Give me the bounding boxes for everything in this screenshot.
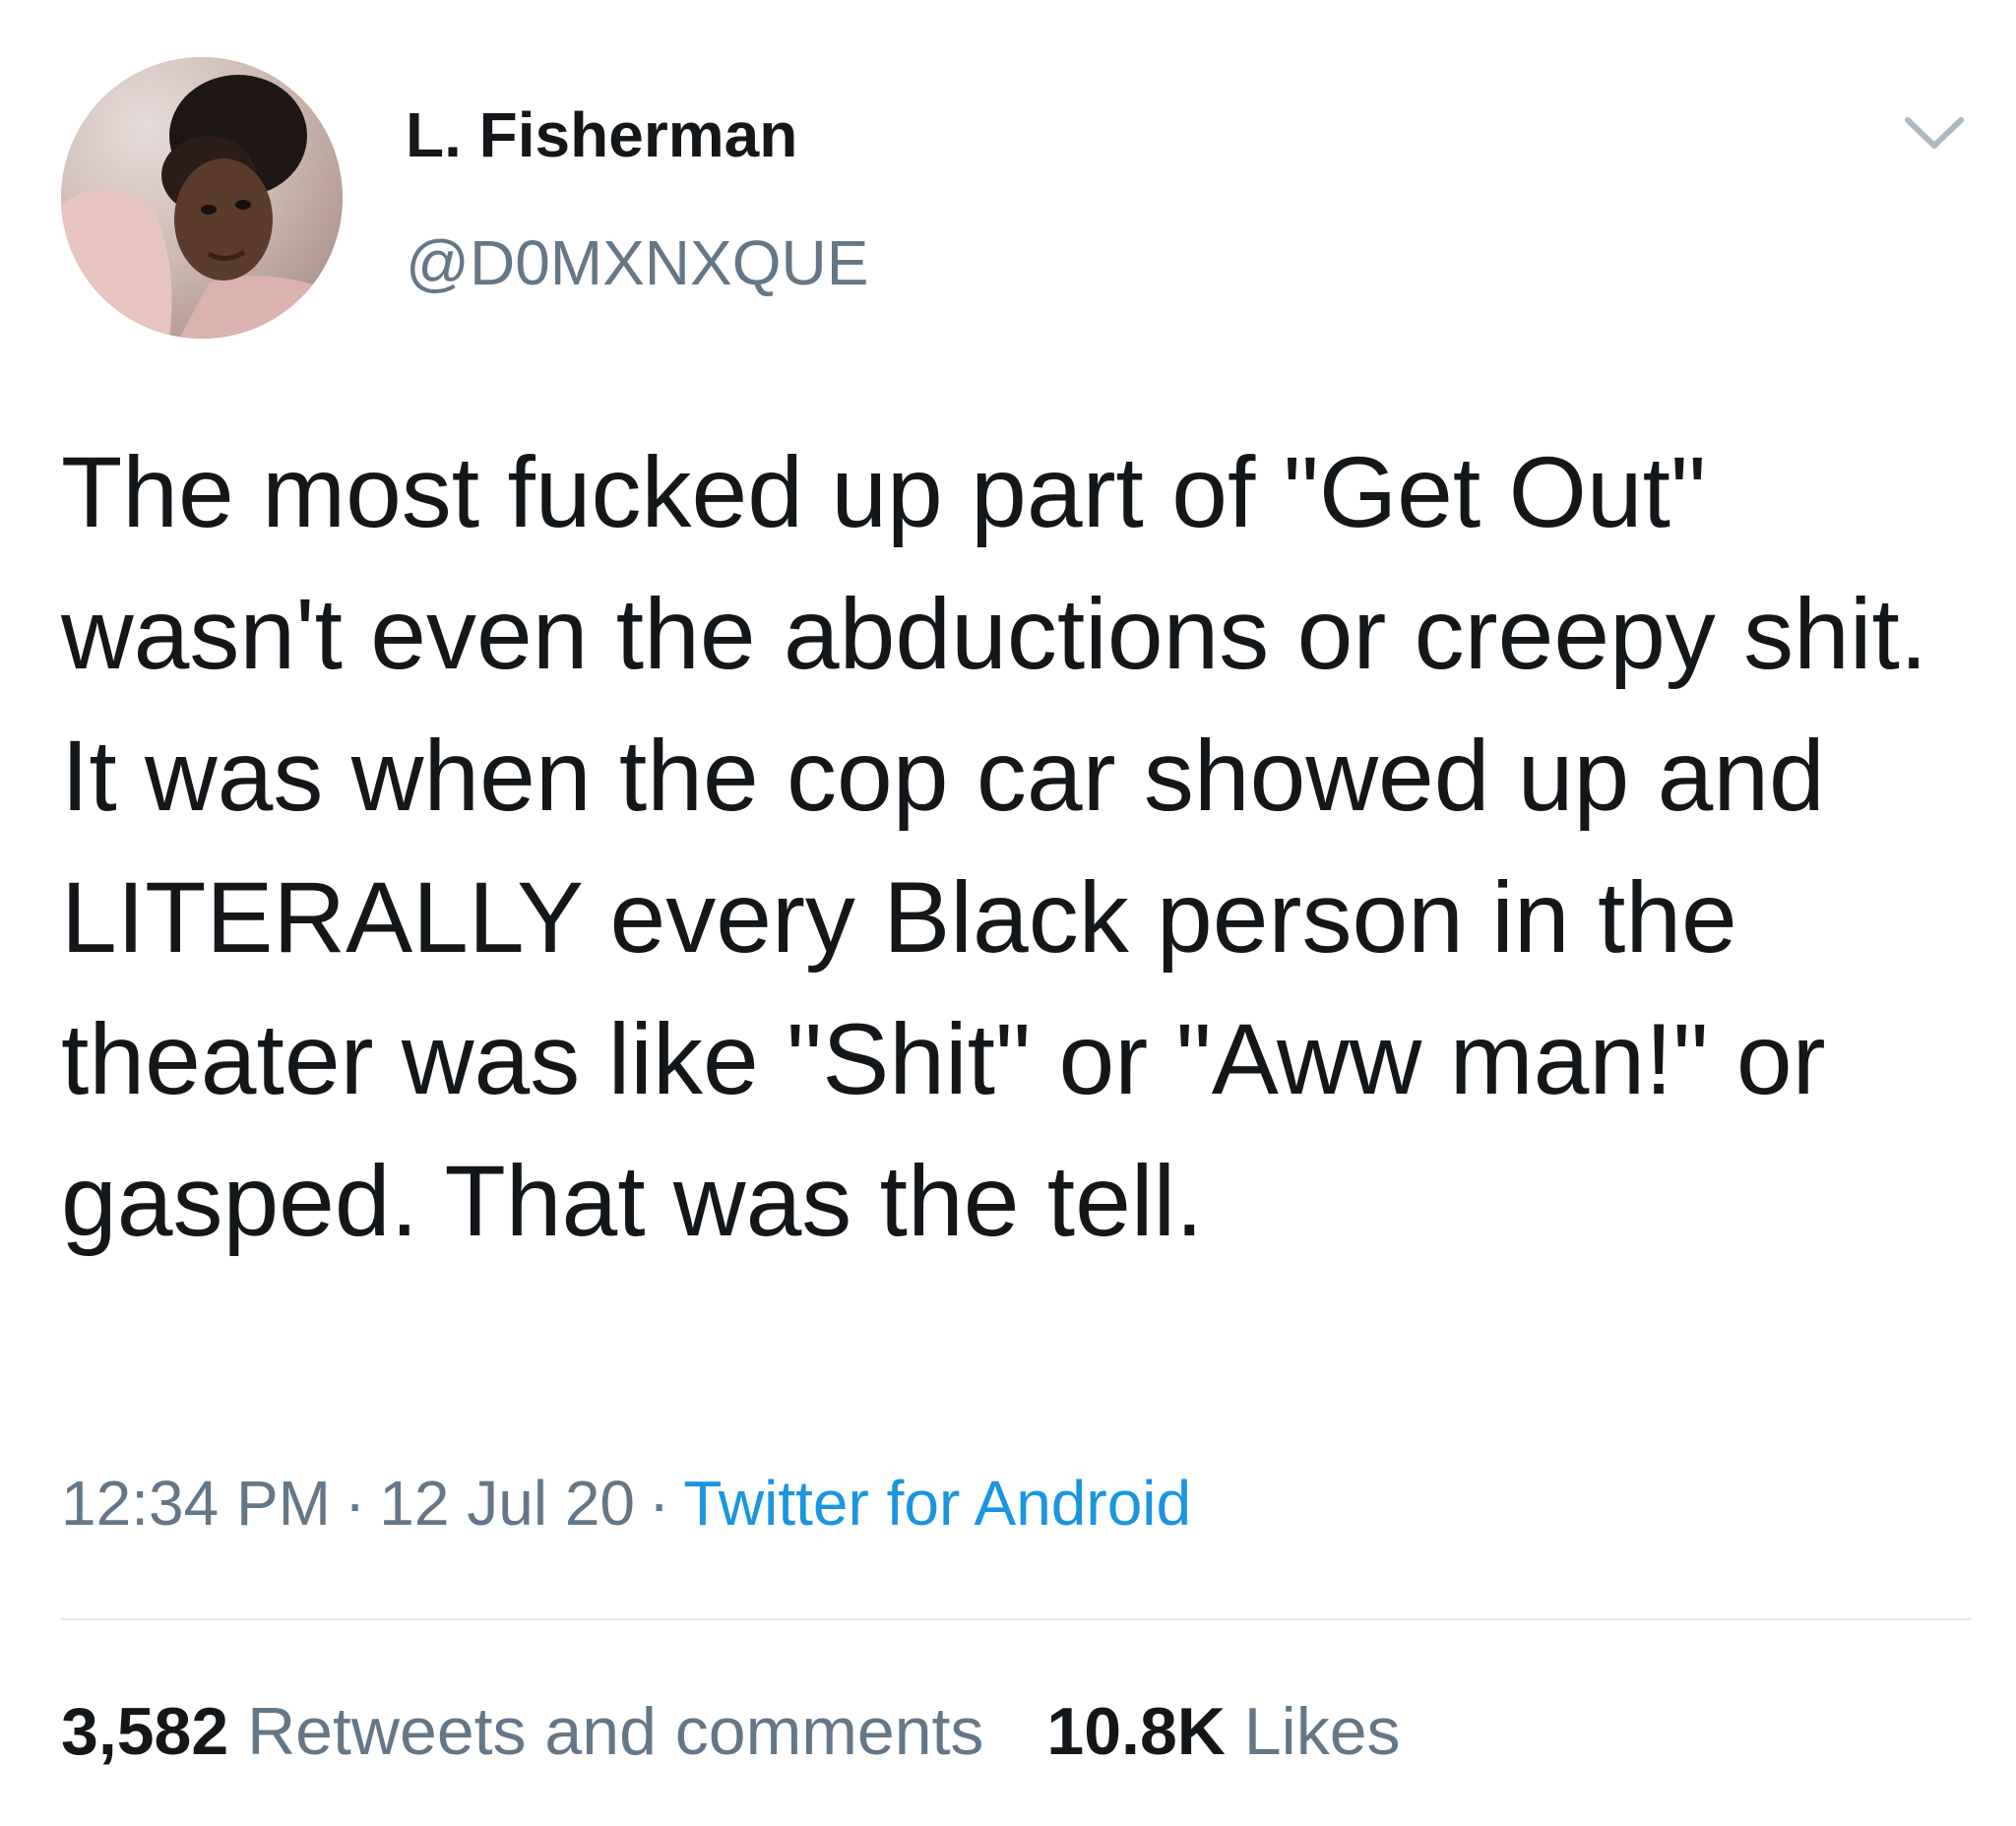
tweet-time[interactable]: 12:34 PM [61, 1468, 331, 1539]
separator: · [649, 1468, 670, 1539]
retweets-stat[interactable]: 3,582 Retweets and comments [61, 1694, 983, 1769]
user-handle[interactable]: @D0MXNXQUE [406, 226, 868, 299]
divider [61, 1618, 1971, 1620]
tweet-metadata: 12:34 PM · 12 Jul 20 · Twitter for Android [61, 1467, 1191, 1540]
retweets-label: Retweets and comments [247, 1694, 984, 1769]
source-link[interactable]: Twitter for Android [683, 1468, 1191, 1539]
likes-count: 10.8K [1046, 1694, 1226, 1769]
tweet-card: L. Fisherman @D0MXNXQUE The most fucked … [0, 0, 2016, 1826]
likes-label: Likes [1243, 1694, 1401, 1769]
tweet-date[interactable]: 12 Jul 20 [379, 1468, 635, 1539]
separator: · [344, 1468, 366, 1539]
profile-photo [61, 57, 343, 339]
avatar[interactable] [61, 57, 343, 339]
chevron-down-icon[interactable] [1900, 108, 1969, 157]
retweets-count: 3,582 [61, 1694, 229, 1769]
tweet-stats: 3,582 Retweets and comments 10.8K Likes [61, 1693, 1401, 1770]
likes-stat[interactable]: 10.8K Likes [1046, 1694, 1400, 1769]
tweet-text: The most fucked up part of "Get Out" was… [61, 436, 1928, 1257]
display-name[interactable]: L. Fisherman [406, 98, 797, 171]
